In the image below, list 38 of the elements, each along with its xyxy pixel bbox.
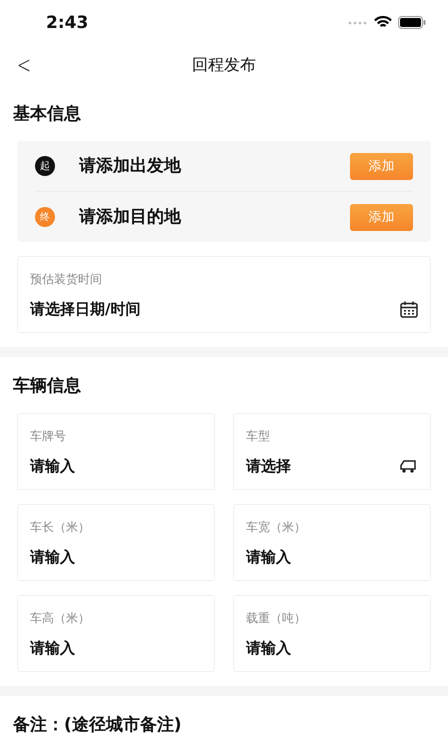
field-label: 车牌号: [30, 428, 67, 445]
form-field[interactable]: 车牌号 请输入: [17, 413, 215, 490]
section-title: 基本信息: [12, 102, 82, 126]
form-field[interactable]: 载重（吨） 请输入: [233, 595, 431, 672]
input-field[interactable]: 请输入: [246, 546, 418, 568]
form-field[interactable]: 车高（米） 请输入: [17, 595, 215, 672]
truck-icon[interactable]: [398, 458, 418, 474]
location-field[interactable]: 请添加出发地: [77, 155, 350, 177]
status-time: 2:43: [46, 12, 88, 32]
page-title: 回程发布: [192, 54, 256, 76]
form-field[interactable]: 车长（米） 请输入: [17, 504, 215, 581]
marker-badge: 终: [35, 207, 55, 227]
field-label: 车型: [246, 428, 271, 445]
location-field[interactable]: 请添加目的地: [77, 206, 350, 228]
back-button[interactable]: <: [14, 51, 34, 79]
form-field[interactable]: 预估装货时间 请选择日期/时间: [17, 256, 431, 333]
section-title: 备注：(途径城市备注): [12, 714, 183, 736]
field-label: 车高（米）: [30, 610, 91, 627]
input-field[interactable]: 请输入: [30, 455, 202, 477]
input-field[interactable]: 请输入: [30, 546, 202, 568]
input-field[interactable]: 请输入: [246, 637, 418, 659]
form-field[interactable]: 车宽（米） 请输入: [233, 504, 431, 581]
input-field[interactable]: 请输入: [30, 637, 202, 659]
field-label: 车宽（米）: [246, 519, 307, 536]
input-field[interactable]: 请选择日期/时间: [30, 298, 400, 320]
add-button[interactable]: 添加: [350, 152, 413, 180]
form-field[interactable]: 车型 请选择: [233, 413, 431, 490]
field-label: 载重（吨）: [246, 610, 307, 627]
section-title: 车辆信息: [12, 374, 82, 398]
calendar-icon[interactable]: [400, 300, 418, 318]
wifi-icon: [374, 16, 392, 29]
marker-badge: 起: [35, 156, 55, 176]
input-field[interactable]: 请选择: [246, 455, 398, 477]
add-button[interactable]: 添加: [350, 204, 413, 230]
field-label: 车长（米）: [30, 519, 91, 536]
battery-icon: [398, 16, 426, 29]
signal-icon: [348, 20, 368, 24]
field-label: 预估装货时间: [30, 271, 103, 288]
